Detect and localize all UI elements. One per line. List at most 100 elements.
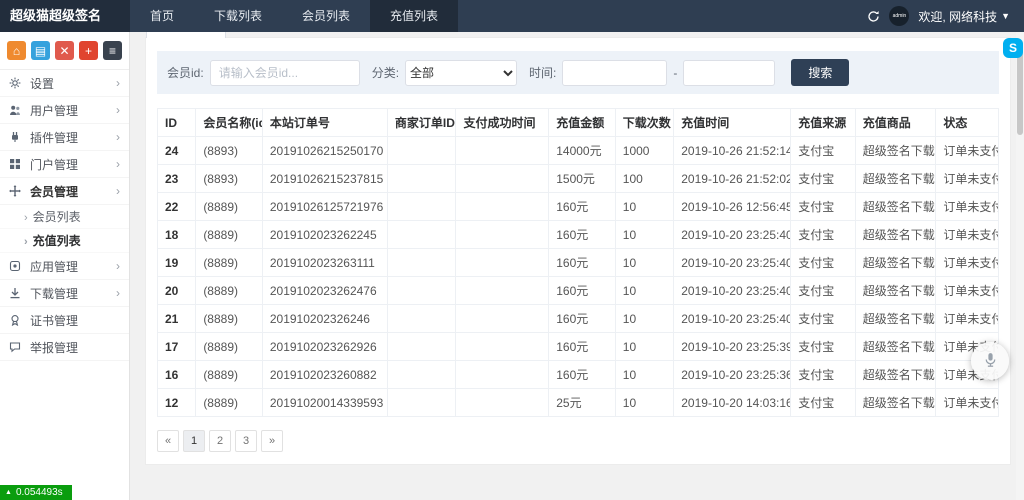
sidebar-item-8[interactable]: 举报管理 xyxy=(0,334,129,361)
chevron-right-icon: › xyxy=(116,157,120,171)
time-end-input[interactable] xyxy=(683,60,775,86)
table-row[interactable]: 23(8893)201910262152378151500元1002019-10… xyxy=(158,165,999,193)
table-cell: 2019-10-20 23:25:36 xyxy=(674,361,791,389)
table-row[interactable]: 17(8889)2019102023262926160元102019-10-20… xyxy=(158,333,999,361)
sidebar-item-1[interactable]: 用户管理› xyxy=(0,97,129,124)
pagination: «123» xyxy=(157,430,999,452)
caret-down-icon: ▼ xyxy=(1001,11,1010,21)
sidebar-subitem-1[interactable]: ›充值列表 xyxy=(0,229,129,253)
table-cell: 2019102023263111 xyxy=(262,249,387,277)
trash-icon[interactable]: ✕ xyxy=(55,41,74,60)
table-header-cell: 商家订单ID xyxy=(387,109,456,137)
table-cell: 支付宝 xyxy=(791,305,856,333)
table-cell: 支付宝 xyxy=(791,361,856,389)
chevron-right-icon: › xyxy=(116,76,120,90)
brand-badge-icon[interactable]: S xyxy=(1003,38,1023,58)
table-row[interactable]: 18(8889)2019102023262245160元102019-10-20… xyxy=(158,221,999,249)
user-menu[interactable]: 欢迎, 网络科技 ▼ xyxy=(918,8,1010,25)
table-cell: 订单未支付 xyxy=(936,165,999,193)
table-row[interactable]: 21(8889)201910202326246160元102019-10-20 … xyxy=(158,305,999,333)
table-cell: 2019-10-20 23:25:40 xyxy=(674,277,791,305)
sidebar-item-7[interactable]: 证书管理 xyxy=(0,307,129,334)
table-row[interactable]: 24(8893)2019102621525017014000元10002019-… xyxy=(158,137,999,165)
table-cell: 超级签名下载 xyxy=(855,305,936,333)
table-row[interactable]: 20(8889)2019102023262476160元102019-10-20… xyxy=(158,277,999,305)
table-cell: 订单未支付 xyxy=(936,193,999,221)
table-cell xyxy=(387,193,456,221)
sidebar-item-label: 插件管理 xyxy=(30,129,78,146)
table-cell: 19 xyxy=(158,249,196,277)
welcome-text: 欢迎, 网络科技 xyxy=(918,8,997,25)
table-cell: 支付宝 xyxy=(791,193,856,221)
table-cell: 1500元 xyxy=(549,165,616,193)
table-header-cell: 本站订单号 xyxy=(262,109,387,137)
table-cell: 10 xyxy=(615,193,673,221)
nav-item-2[interactable]: 会员列表 xyxy=(282,0,370,32)
file-icon[interactable]: ▤ xyxy=(31,41,50,60)
table-cell xyxy=(456,361,549,389)
timer-value: 0.054493s xyxy=(16,487,63,498)
nav-item-1[interactable]: 下载列表 xyxy=(194,0,282,32)
table-cell: 20191020014339593 xyxy=(262,389,387,417)
nav-item-0[interactable]: 首页 xyxy=(130,0,194,32)
page-button-2[interactable]: 2 xyxy=(209,430,231,452)
table-cell: (8889) xyxy=(196,361,263,389)
time-start-input[interactable] xyxy=(562,60,667,86)
sidebar-menu: 设置›用户管理›插件管理›门户管理›会员管理››会员列表›充值列表应用管理›下载… xyxy=(0,70,129,361)
page-button-1[interactable]: 1 xyxy=(183,430,205,452)
table-cell: 160元 xyxy=(549,305,616,333)
sidebar-subitem-0[interactable]: ›会员列表 xyxy=(0,205,129,229)
table-cell: 2019-10-26 21:52:14 xyxy=(674,137,791,165)
page-button-4[interactable]: » xyxy=(261,430,283,452)
table-cell: (8889) xyxy=(196,389,263,417)
table-cell xyxy=(387,361,456,389)
table-cell: 10 xyxy=(615,277,673,305)
chevron-right-icon: › xyxy=(116,130,120,144)
sidebar-item-4[interactable]: 会员管理› xyxy=(0,178,129,205)
table-cell: 超级签名下载 xyxy=(855,361,936,389)
table-row[interactable]: 12(8889)2019102001433959325元102019-10-20… xyxy=(158,389,999,417)
category-select[interactable]: 全部 xyxy=(405,60,517,86)
table-row[interactable]: 19(8889)2019102023263111160元102019-10-20… xyxy=(158,249,999,277)
table-row[interactable]: 16(8889)2019102023260882160元102019-10-20… xyxy=(158,361,999,389)
sidebar-item-3[interactable]: 门户管理› xyxy=(0,151,129,178)
nav-item-3[interactable]: 充值列表 xyxy=(370,0,458,32)
avatar[interactable]: admin xyxy=(889,6,909,26)
sidebar-item-label: 用户管理 xyxy=(30,102,78,119)
table-cell: 24 xyxy=(158,137,196,165)
content-panel: 会员id: 分类: 全部 时间: - 搜索 ID会员名称(id)本站订单号商家订… xyxy=(145,37,1011,465)
search-button[interactable]: 搜索 xyxy=(791,59,849,86)
move-icon xyxy=(9,185,24,197)
member-id-input[interactable] xyxy=(210,60,360,86)
table-cell: 160元 xyxy=(549,277,616,305)
chevron-right-icon: › xyxy=(116,184,120,198)
table-cell: 18 xyxy=(158,221,196,249)
table-row[interactable]: 22(8889)20191026125721976160元102019-10-2… xyxy=(158,193,999,221)
voice-assistant-button[interactable] xyxy=(971,342,1009,380)
table-cell: 2019102023262476 xyxy=(262,277,387,305)
sidebar-item-0[interactable]: 设置› xyxy=(0,70,129,97)
plugin-icon xyxy=(9,131,24,143)
table-cell: 2019-10-20 23:25:40 xyxy=(674,305,791,333)
table-cell: 订单未支付 xyxy=(936,221,999,249)
sidebar-item-6[interactable]: 下载管理› xyxy=(0,280,129,307)
tools-icon[interactable]: + xyxy=(79,41,98,60)
table-cell: 超级签名下载 xyxy=(855,137,936,165)
list-icon[interactable]: ≡ xyxy=(103,41,122,60)
table-cell: 支付宝 xyxy=(791,165,856,193)
table-cell: 160元 xyxy=(549,193,616,221)
sidebar-item-2[interactable]: 插件管理 › xyxy=(0,124,129,151)
table-cell: 10 xyxy=(615,221,673,249)
page-button-3[interactable]: 3 xyxy=(235,430,257,452)
refresh-icon[interactable] xyxy=(867,10,880,23)
table-cell: 支付宝 xyxy=(791,249,856,277)
table-cell: 20191026125721976 xyxy=(262,193,387,221)
table-cell: 2019102023260882 xyxy=(262,361,387,389)
time-separator: - xyxy=(673,66,677,80)
sidebar-item-5[interactable]: 应用管理› xyxy=(0,253,129,280)
home-icon[interactable]: ⌂ xyxy=(7,41,26,60)
table-cell: 支付宝 xyxy=(791,221,856,249)
page-button-0[interactable]: « xyxy=(157,430,179,452)
table-header-cell: 下载次数 xyxy=(615,109,673,137)
table-cell: 10 xyxy=(615,333,673,361)
